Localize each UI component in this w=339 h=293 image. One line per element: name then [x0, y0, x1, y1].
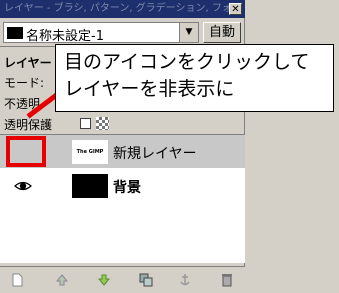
chevron-down-icon[interactable]: ▼: [179, 23, 198, 42]
layer-name: 新規レイヤー: [113, 146, 197, 162]
image-selector[interactable]: 名称未設定-1 ▼: [3, 22, 199, 44]
layer-thumbnail: [72, 174, 108, 198]
thumbnail-text: The GIMP: [76, 149, 104, 155]
lock-alpha-label: 透明保護: [4, 118, 53, 132]
layer-name: 背景: [113, 180, 141, 196]
checker-icon: [96, 117, 109, 130]
window-titlebar: レイヤー - ブラシ, パターン, グラデーション, フォン ✕: [0, 0, 245, 18]
raise-layer-icon[interactable]: [55, 273, 69, 287]
lock-alpha-checkbox[interactable]: [80, 118, 91, 129]
delete-layer-icon[interactable]: [220, 273, 234, 287]
lower-layer-icon[interactable]: [97, 273, 111, 287]
image-swatch: [7, 27, 23, 39]
close-icon[interactable]: ✕: [229, 3, 242, 15]
duplicate-layer-icon[interactable]: [139, 273, 153, 287]
callout-line-1: 目のアイコンをクリックして: [64, 51, 310, 73]
auto-button[interactable]: 自動: [203, 22, 241, 43]
mode-label: モード:: [4, 76, 45, 90]
anchor-layer-icon[interactable]: [178, 273, 192, 287]
new-layer-icon[interactable]: [10, 273, 24, 287]
eye-highlight-box: [6, 136, 46, 167]
eye-icon: [14, 181, 32, 191]
layer-row[interactable]: 背景: [0, 169, 245, 202]
layer-thumbnail: The GIMP: [72, 140, 108, 164]
annotation-callout: 目のアイコンをクリックして レイヤーを非表示に: [55, 44, 334, 112]
layer-section-label: レイヤー: [4, 56, 52, 70]
layer-toolbar: [0, 266, 245, 293]
window-title: レイヤー - ブラシ, パターン, グラデーション, フォン: [4, 3, 242, 14]
visibility-toggle[interactable]: [8, 173, 38, 199]
image-selector-value: 名称未設定-1: [26, 29, 104, 44]
callout-line-2: レイヤーを非表示に: [64, 78, 235, 100]
